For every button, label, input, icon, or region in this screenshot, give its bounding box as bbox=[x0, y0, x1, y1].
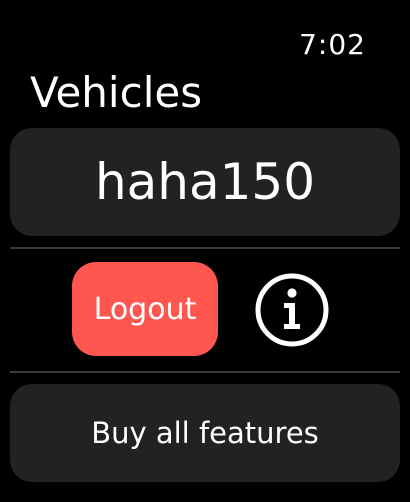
page-title: Vehicles bbox=[30, 68, 203, 117]
buy-all-features-label: Buy all features bbox=[91, 416, 319, 450]
vehicle-name: haha150 bbox=[94, 153, 316, 211]
buy-all-features-button[interactable]: Buy all features bbox=[10, 384, 400, 482]
divider-bottom bbox=[10, 371, 400, 373]
vehicle-card[interactable]: haha150 bbox=[10, 128, 400, 236]
logout-button[interactable]: Logout bbox=[72, 262, 218, 356]
logout-label: Logout bbox=[93, 291, 197, 327]
info-circle-icon bbox=[255, 273, 329, 347]
info-button[interactable] bbox=[254, 272, 330, 348]
status-time: 7:02 bbox=[299, 28, 366, 61]
divider-top bbox=[10, 247, 400, 249]
